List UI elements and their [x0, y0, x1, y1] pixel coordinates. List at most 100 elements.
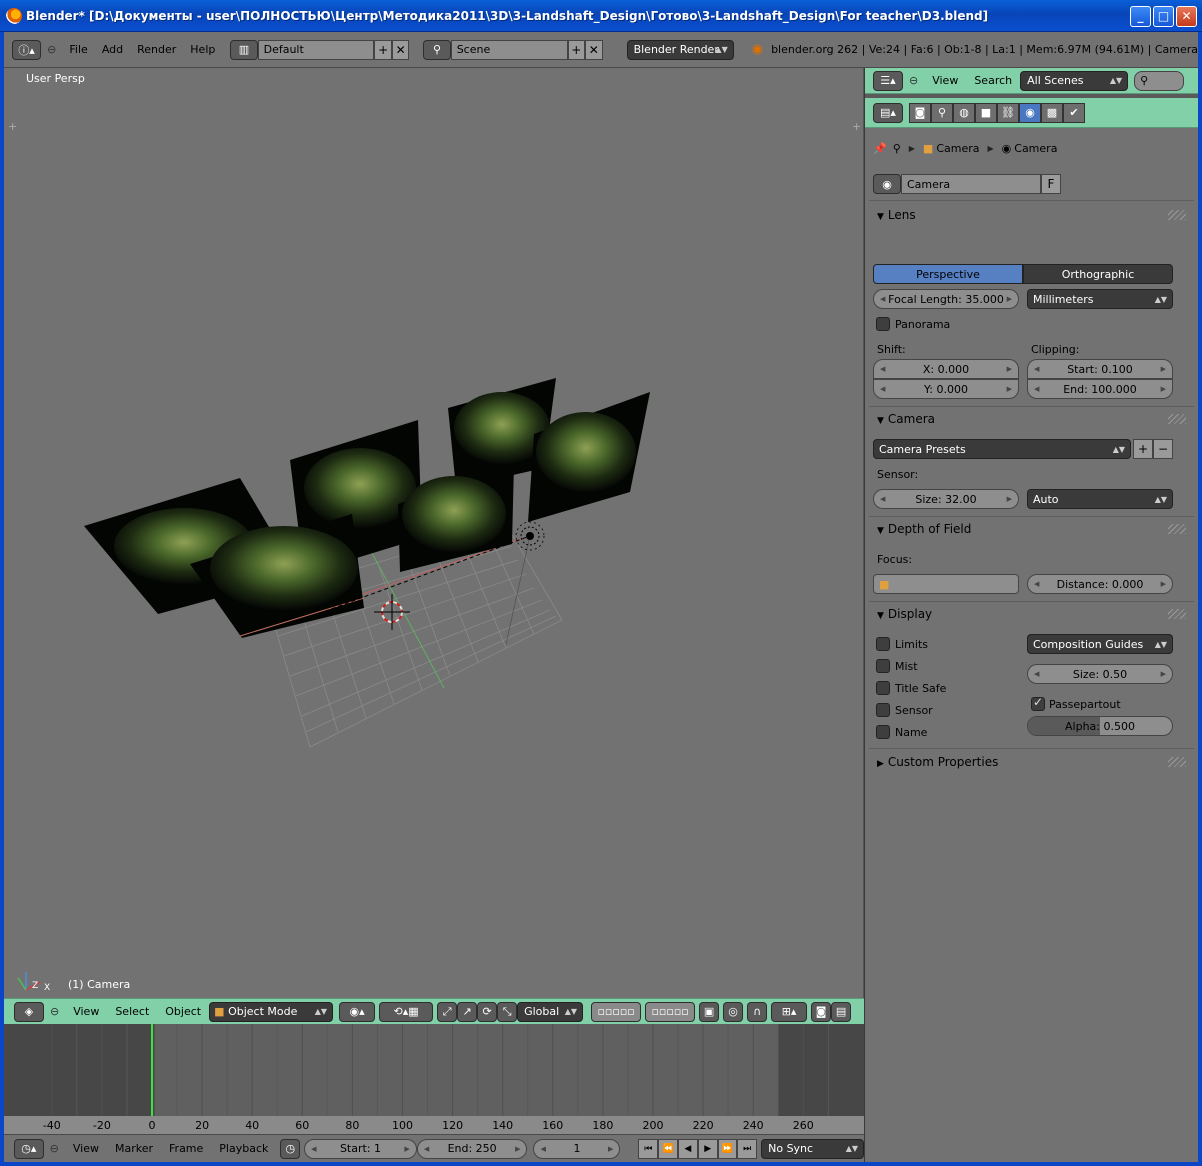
outliner-menu-search[interactable]: Search	[966, 74, 1020, 87]
orthographic-button[interactable]: Orthographic	[1023, 264, 1173, 284]
jump-start-icon[interactable]: ⏮	[638, 1138, 659, 1159]
editor-type-3d-icon[interactable]: ◈	[14, 1001, 44, 1022]
focus-object-field[interactable]: ■	[873, 574, 1019, 594]
current-frame-field[interactable]: ◀ 1 ▶	[533, 1138, 621, 1159]
texture-tab-icon[interactable]: ▩	[1041, 102, 1063, 123]
translate-icon[interactable]: ↗	[457, 1001, 478, 1022]
mist-checkbox[interactable]	[876, 659, 890, 673]
next-keyframe-icon[interactable]: ⏩	[717, 1138, 738, 1159]
scene-field[interactable]: Scene	[450, 39, 568, 60]
clip-end-field[interactable]: ◀ End: 100.000 ▶	[1027, 379, 1173, 399]
delete-screen-button[interactable]: ✕	[391, 39, 410, 60]
fake-user-button[interactable]: F	[1041, 174, 1061, 194]
pin-icon[interactable]: 📌	[873, 142, 887, 155]
play-icon[interactable]: ▶	[697, 1138, 718, 1159]
layers-grid-2[interactable]: ▫▫▫▫▫	[645, 1001, 696, 1022]
collapse-menu-icon[interactable]: ⊖	[50, 1142, 59, 1155]
transform-orientation-dropdown[interactable]: Global ▲▼	[517, 1001, 584, 1022]
end-frame-field[interactable]: ◀ End: 250 ▶	[416, 1138, 528, 1159]
prev-keyframe-icon[interactable]: ⏪	[658, 1138, 678, 1159]
datablock-name-field[interactable]: Camera	[901, 174, 1041, 194]
menu-object[interactable]: Object	[157, 1005, 209, 1018]
viewport-shading-icon[interactable]: ◉▴	[339, 1001, 376, 1022]
title-safe-checkbox[interactable]	[876, 681, 890, 695]
menu-view[interactable]: View	[65, 1005, 107, 1018]
editor-type-timeline-icon[interactable]: ◷▴	[14, 1138, 44, 1159]
lock-camera-icon[interactable]: ▣	[699, 1001, 720, 1022]
display-panel-header[interactable]: ▼ Display	[877, 607, 932, 621]
preview-range-icon[interactable]: ◷	[280, 1138, 301, 1159]
lamp-icon[interactable]	[515, 521, 545, 551]
focal-length-field[interactable]: ◀ Focal Length: 35.000 ▶	[873, 289, 1019, 309]
camera-panel-header[interactable]: ▼ Camera	[877, 412, 935, 426]
menu-view[interactable]: View	[65, 1142, 107, 1155]
menu-frame[interactable]: Frame	[161, 1142, 211, 1155]
shift-x-field[interactable]: ◀ X: 0.000 ▶	[873, 359, 1019, 379]
render-engine-dropdown[interactable]: Blender Render ▲▼	[626, 39, 734, 60]
area-split-icon[interactable]: +	[852, 120, 861, 133]
viewport-3d[interactable]: Z X + + User Persp (1) Camera	[4, 68, 864, 998]
add-screen-button[interactable]: +	[374, 39, 392, 60]
snap-magnet-icon[interactable]: ∩	[747, 1001, 768, 1022]
proportional-edit-icon[interactable]: ◎	[723, 1001, 744, 1022]
outliner-search-input[interactable]: ⚲	[1134, 70, 1185, 91]
sync-mode-dropdown[interactable]: No Sync ▲▼	[761, 1138, 865, 1159]
limits-checkbox[interactable]	[876, 637, 890, 651]
3d-cursor-icon[interactable]	[374, 594, 410, 630]
menu-add[interactable]: Add	[95, 43, 130, 56]
scale-icon[interactable]: ⤡	[497, 1001, 518, 1022]
pivot-point-icon[interactable]: ⟲▴▦	[379, 1001, 434, 1022]
outliner-display-dropdown[interactable]: All Scenes ▲▼	[1020, 70, 1129, 91]
menu-playback[interactable]: Playback	[211, 1142, 276, 1155]
minimize-button[interactable]: _	[1130, 6, 1151, 27]
lens-unit-dropdown[interactable]: Millimeters ▲▼	[1027, 289, 1173, 309]
lens-panel-header[interactable]: ▼ Lens	[877, 208, 916, 222]
render-still-icon[interactable]: ◙	[811, 1001, 832, 1022]
passepartout-checkbox[interactable]	[1031, 695, 1045, 711]
shift-y-field[interactable]: ◀ Y: 0.000 ▶	[873, 379, 1019, 399]
add-scene-button[interactable]: +	[567, 39, 586, 60]
sensor-fit-dropdown[interactable]: Auto ▲▼	[1027, 489, 1173, 509]
sensor-checkbox[interactable]	[876, 703, 890, 717]
timeline-scrollbar[interactable]	[4, 1116, 864, 1134]
collapse-menu-icon[interactable]: ⊖	[909, 74, 918, 87]
screen-layout-field[interactable]: Default	[257, 39, 375, 60]
editor-type-info-icon[interactable]: ⓘ▴	[12, 39, 42, 60]
outliner-menu-view[interactable]: View	[924, 74, 966, 87]
jump-end-icon[interactable]: ⏭	[737, 1138, 758, 1159]
timeline-ruler[interactable]: -40 -20 0 20 40 60 80 100 120 140 160 180 200 220 240 2…	[4, 1024, 864, 1134]
close-button[interactable]: ✕	[1176, 6, 1197, 27]
collapse-menu-icon[interactable]: ⊖	[50, 1005, 59, 1018]
editor-type-outliner-icon[interactable]: ☰▴	[873, 70, 903, 91]
world-tab-icon[interactable]: ◍	[953, 102, 975, 123]
camera-presets-dropdown[interactable]: Camera Presets ▲▼	[873, 439, 1131, 459]
menu-render[interactable]: Render	[130, 43, 183, 56]
composition-guides-dropdown[interactable]: Composition Guides ▲▼	[1027, 634, 1173, 654]
snap-element-icon[interactable]: ⊞▴	[771, 1001, 808, 1022]
sensor-size-field[interactable]: ◀ Size: 32.00 ▶	[873, 489, 1019, 509]
area-split-icon[interactable]: +	[8, 120, 17, 133]
custom-properties-panel-header[interactable]: ▶ Custom Properties	[877, 755, 998, 769]
scene-icon[interactable]: ⚲	[423, 39, 451, 60]
object-tab-icon[interactable]: ■	[975, 102, 997, 123]
constraints-tab-icon[interactable]: ⛓	[997, 102, 1019, 123]
viewport-scene[interactable]: Z X + +	[4, 68, 864, 998]
delete-scene-button[interactable]: ✕	[585, 39, 603, 60]
mode-dropdown[interactable]: ■ Object Mode ▲▼	[209, 1001, 334, 1022]
menu-help[interactable]: Help	[183, 43, 222, 56]
menu-marker[interactable]: Marker	[107, 1142, 161, 1155]
camera-data-tab-icon[interactable]: ◉	[1019, 102, 1041, 123]
perspective-button[interactable]: Perspective	[873, 264, 1023, 284]
render-tab-icon[interactable]: ◙	[909, 102, 931, 123]
scene-tab-icon[interactable]: ⚲	[931, 102, 953, 123]
maximize-button[interactable]: □	[1153, 6, 1174, 27]
remove-preset-button[interactable]: −	[1153, 439, 1173, 459]
collapse-menu-icon[interactable]: ⊖	[47, 43, 56, 56]
dof-panel-header[interactable]: ▼ Depth of Field	[877, 522, 971, 536]
rotate-icon[interactable]: ⟳	[477, 1001, 498, 1022]
physics-tab-icon[interactable]: ✔	[1063, 102, 1085, 123]
layers-grid-1[interactable]: ▫▫▫▫▫	[591, 1001, 642, 1022]
start-frame-field[interactable]: ◀ Start: 1 ▶	[304, 1138, 417, 1159]
timeline-editor[interactable]: -40 -20 0 20 40 60 80 100 120 140 160 180 200 220 240 2…	[4, 1024, 864, 1134]
alpha-slider[interactable]: Alpha: 0.500	[1027, 716, 1173, 736]
